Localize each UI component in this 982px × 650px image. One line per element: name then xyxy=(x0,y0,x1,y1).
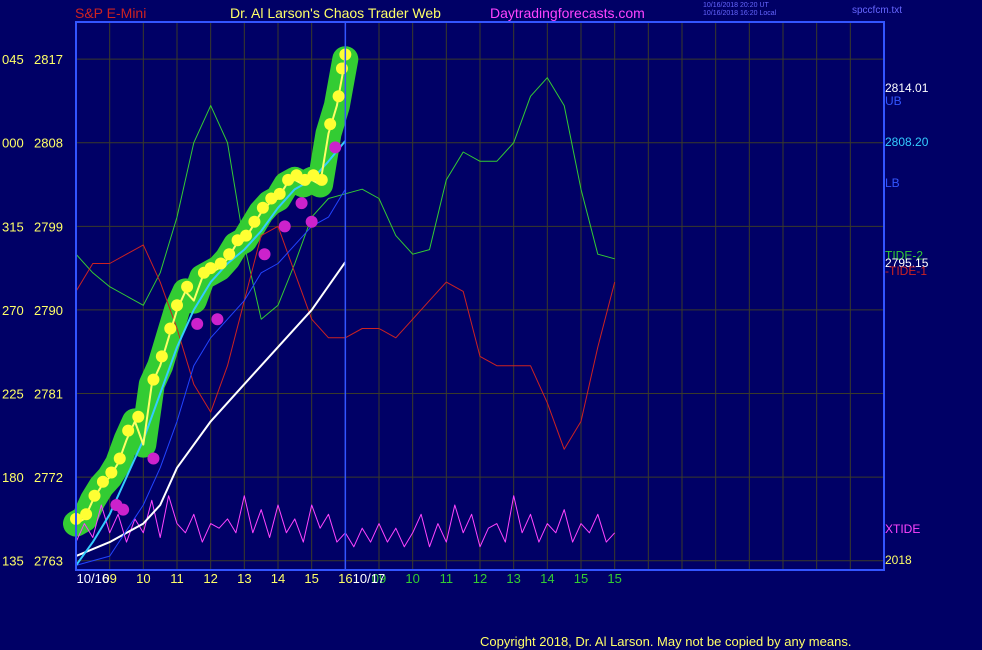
marker-up xyxy=(256,201,269,214)
marker-up xyxy=(223,248,236,261)
data-file-name: spccfcm.txt xyxy=(852,5,903,16)
marker-up xyxy=(113,452,126,465)
marker-up xyxy=(147,373,160,386)
timestamp-ut: 10/16/2018 20:20 UT xyxy=(703,2,769,9)
right-label: XTIDE xyxy=(885,522,920,536)
y-label-price: 2799 xyxy=(34,219,63,234)
x-hour-label: 13 xyxy=(506,571,520,586)
x-hour-label: 14 xyxy=(540,571,554,586)
marker-down xyxy=(117,503,130,516)
marker-up xyxy=(155,350,168,363)
marker-up xyxy=(324,118,337,131)
x-date-label: 10/16 xyxy=(77,571,110,586)
y-label-angle: 000 xyxy=(2,136,24,151)
marker-up xyxy=(214,257,227,270)
marker-down xyxy=(211,313,224,326)
x-hour-label: 15 xyxy=(304,571,318,586)
right-label: LB xyxy=(885,176,900,190)
marker-up xyxy=(273,187,286,200)
x-hour-label: 11 xyxy=(170,571,184,586)
marker-down xyxy=(329,141,342,154)
marker-down xyxy=(147,452,160,465)
right-label: 2808.20 xyxy=(885,135,929,149)
y-label-angle: 180 xyxy=(2,470,24,485)
y-label-price: 2763 xyxy=(34,554,63,569)
marker-up xyxy=(248,215,261,228)
x-hour-label: 13 xyxy=(237,571,251,586)
marker-down xyxy=(258,248,271,261)
x-hour-label: 12 xyxy=(473,571,487,586)
right-label: -TIDE-1 xyxy=(885,264,927,278)
y-label-angle: 225 xyxy=(2,387,24,402)
x-hour-label: 16 xyxy=(338,571,352,586)
symbol-title: S&P E-Mini xyxy=(75,5,147,21)
timestamp-local: 10/16/2018 16:20 Local xyxy=(703,10,777,17)
x-hour-label: 11 xyxy=(440,571,454,586)
y-label-price: 2817 xyxy=(34,52,63,67)
y-label-angle: 045 xyxy=(2,52,24,67)
y-label-price: 2790 xyxy=(34,303,63,318)
y-label-angle: 135 xyxy=(2,554,24,569)
marker-down xyxy=(278,220,291,233)
x-hour-label: 10 xyxy=(136,571,150,586)
x-hour-label: 14 xyxy=(271,571,285,586)
marker-up xyxy=(105,466,118,479)
marker-up xyxy=(122,424,135,437)
y-label-angle: 315 xyxy=(2,219,24,234)
marker-up xyxy=(240,229,253,242)
marker-down xyxy=(191,317,204,330)
marker-up xyxy=(88,489,101,502)
x-hour-label: 12 xyxy=(203,571,217,586)
x-date-label: 10/17 xyxy=(353,571,386,586)
copyright-notice: Copyright 2018, Dr. Al Larson. May not b… xyxy=(480,634,852,649)
marker-up xyxy=(335,62,348,75)
right-label: 2814.01 xyxy=(885,81,929,95)
marker-up xyxy=(171,299,183,312)
right-label: 2018 xyxy=(885,553,912,567)
marker-up xyxy=(164,322,177,335)
marker-down xyxy=(295,197,308,210)
marker-up xyxy=(80,508,93,521)
site-url-link[interactable]: Daytradingforecasts.com xyxy=(490,5,645,21)
chart-background xyxy=(0,0,982,650)
site-title: Dr. Al Larson's Chaos Trader Web xyxy=(230,5,441,21)
x-hour-label: 15 xyxy=(607,571,621,586)
marker-down xyxy=(305,215,318,228)
right-label: UB xyxy=(885,94,902,108)
y-label-angle: 270 xyxy=(2,303,24,318)
marker-up xyxy=(332,90,345,103)
marker-up xyxy=(96,475,109,488)
y-label-price: 2772 xyxy=(34,470,63,485)
marker-up xyxy=(181,280,194,293)
price-chart: 045 2817 000 2808 315 2799 270 2790 225 2781 180 27… xyxy=(0,0,982,650)
marker-up xyxy=(315,173,328,186)
x-hour-label: 15 xyxy=(574,571,588,586)
y-label-price: 2781 xyxy=(34,387,63,402)
marker-up xyxy=(132,410,145,423)
y-label-price: 2808 xyxy=(34,136,63,151)
x-hour-label: 10 xyxy=(405,571,419,586)
